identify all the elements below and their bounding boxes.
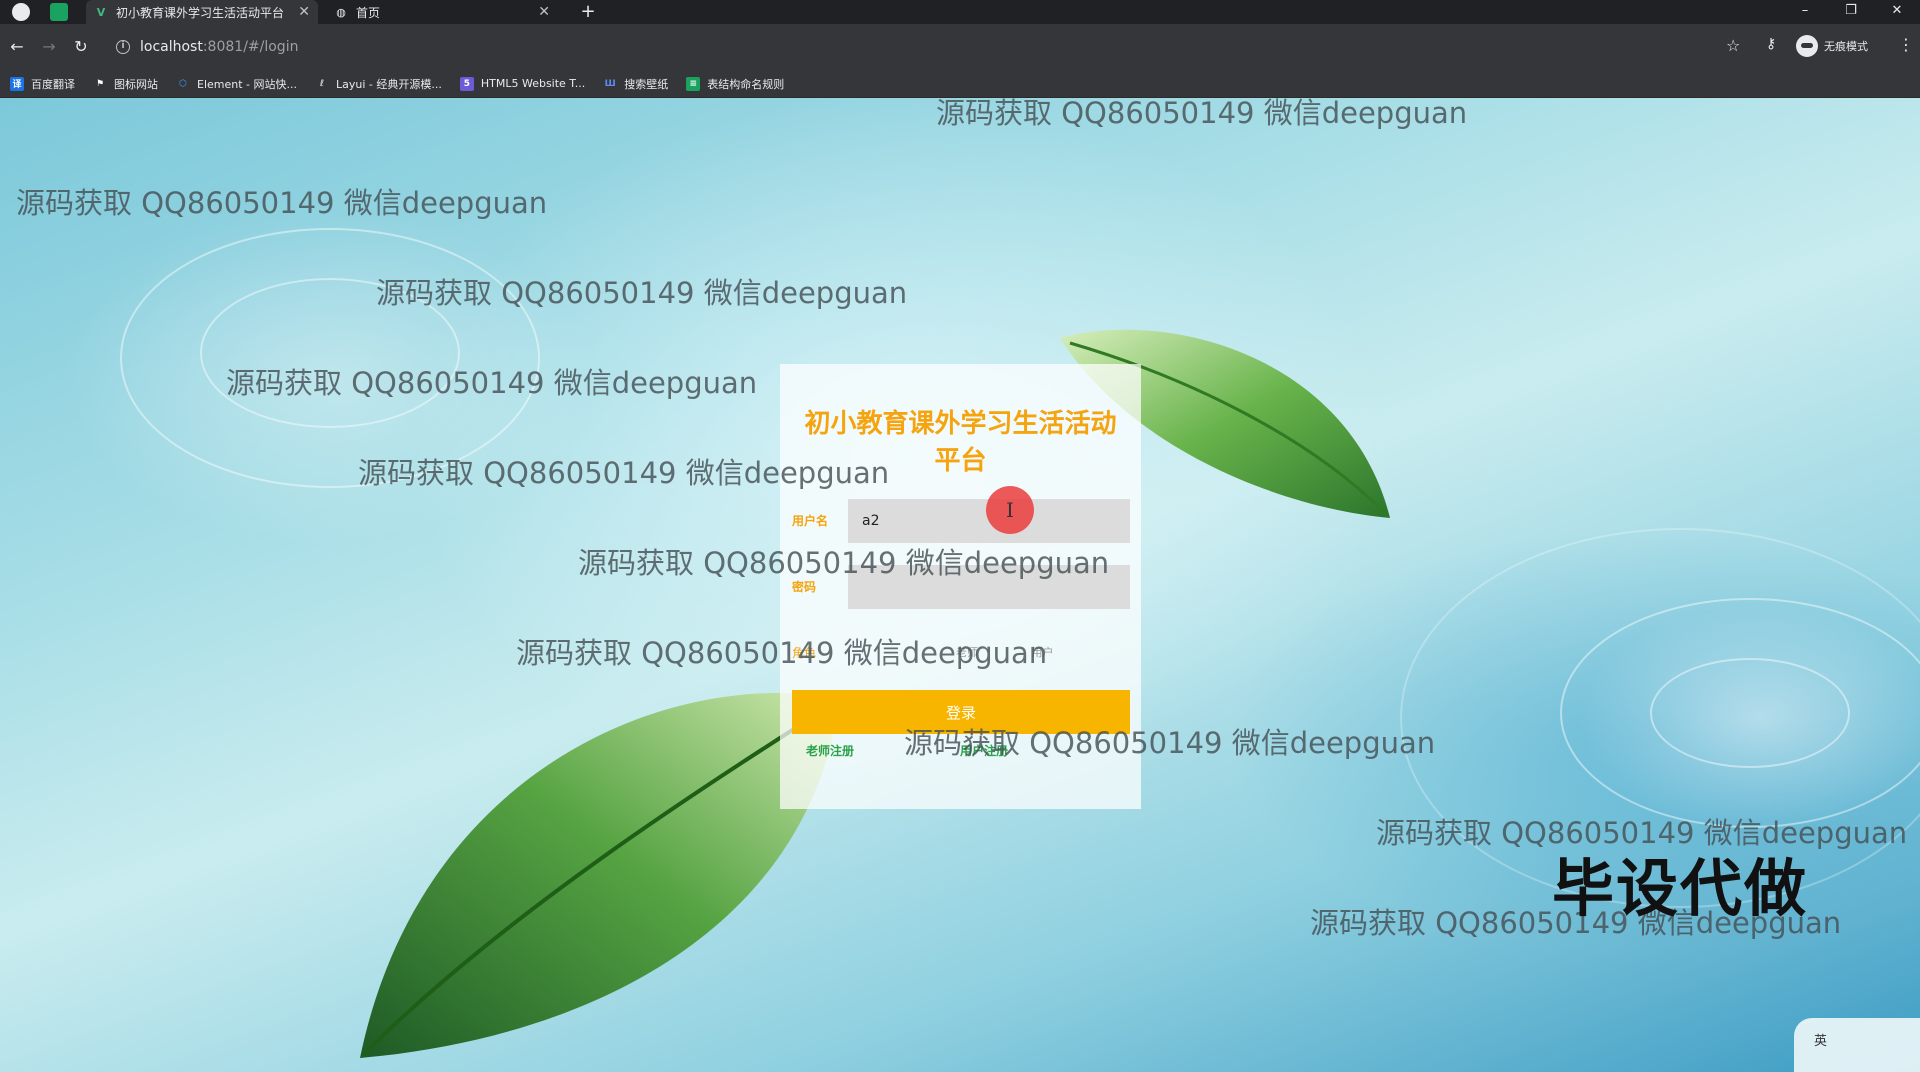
site-info-icon[interactable]: i bbox=[116, 40, 130, 54]
bookmark-item[interactable]: ℓ Layui - 经典开源模... bbox=[315, 76, 442, 92]
new-tab-button[interactable]: + bbox=[576, 0, 600, 24]
bookmark-label: 搜索壁纸 bbox=[624, 77, 669, 91]
wallpaper-icon: Ш bbox=[604, 78, 616, 89]
address-bar[interactable]: i localhost :8081/#/login bbox=[106, 32, 1766, 62]
profile-label: 无痕模式 bbox=[1824, 40, 1868, 53]
layui-icon: ℓ bbox=[319, 78, 325, 89]
close-window-icon[interactable]: ✕ bbox=[1874, 0, 1920, 24]
bookmark-label: 表结构命名规则 bbox=[707, 77, 785, 91]
doc-icon: ≡ bbox=[686, 76, 701, 91]
teacher-register-link[interactable]: 老师注册 bbox=[806, 742, 854, 759]
bookmarks-bar: 译百度翻译 ⚑ 图标网站 ⬡ Element - 网站快... ℓ Layui - 经… bbox=[0, 70, 1920, 98]
element-icon: ⬡ bbox=[179, 78, 187, 89]
flag-icon: ⚑ bbox=[95, 78, 105, 89]
reload-icon[interactable]: ↻ bbox=[70, 36, 92, 58]
forward-icon[interactable]: → bbox=[38, 36, 60, 58]
watermark-text: 源码获取 QQ86050149 微信deepguan bbox=[516, 636, 1048, 670]
close-tab-icon[interactable]: ✕ bbox=[538, 4, 550, 20]
bookmark-item[interactable]: ⬡ Element - 网站快... bbox=[176, 76, 297, 92]
close-tab-icon[interactable]: ✕ bbox=[298, 4, 310, 20]
back-icon[interactable]: ← bbox=[6, 36, 28, 58]
incognito-profile[interactable]: 无痕模式 bbox=[1796, 35, 1868, 57]
tab-search-icon[interactable] bbox=[50, 3, 68, 21]
bookmark-item[interactable]: 5 HTML5 Website T... bbox=[459, 76, 586, 91]
bookmark-label: HTML5 Website T... bbox=[480, 77, 586, 90]
watermark-text: 源码获取 QQ86050149 微信deepguan bbox=[904, 726, 1436, 760]
watermark-text: 源码获取 QQ86050149 微信deepguan bbox=[376, 276, 908, 310]
watermark-text: 源码获取 QQ86050149 微信deepguan bbox=[358, 456, 890, 490]
bookmark-item[interactable]: ≡ 表结构命名规则 bbox=[686, 76, 784, 92]
globe-favicon-icon: ◍ bbox=[336, 5, 346, 19]
bookmark-star-icon[interactable]: ☆ bbox=[1726, 36, 1740, 55]
minimize-icon[interactable]: – bbox=[1782, 0, 1828, 24]
html5-icon: 5 bbox=[459, 76, 474, 91]
window-controls: – ❐ ✕ bbox=[1782, 0, 1920, 24]
bookmark-item[interactable]: 译百度翻译 bbox=[10, 76, 75, 92]
username-label: 用户名 bbox=[792, 514, 829, 528]
tab-home[interactable]: ◍ 首页 ✕ bbox=[326, 0, 558, 24]
chrome-menu-icon[interactable] bbox=[12, 3, 30, 21]
bookmark-label: Layui - 经典开源模... bbox=[336, 77, 442, 91]
bookmark-label: 图标网站 bbox=[114, 77, 158, 91]
url-path: :8081/#/login bbox=[202, 39, 299, 55]
bookmark-label: 百度翻译 bbox=[31, 77, 75, 91]
password-key-icon[interactable]: ⚷ bbox=[1766, 36, 1776, 52]
ime-language-label: 英 bbox=[1814, 1034, 1828, 1049]
restore-icon[interactable]: ❐ bbox=[1828, 0, 1874, 24]
translate-icon: 译 bbox=[10, 76, 24, 91]
bookmark-label: Element - 网站快... bbox=[197, 77, 297, 91]
vue-favicon-icon: V bbox=[96, 5, 106, 19]
bookmark-item[interactable]: ⚑ 图标网站 bbox=[93, 76, 158, 92]
ime-indicator[interactable]: 英 bbox=[1794, 1018, 1920, 1072]
tab-strip: V 初小教育课外学习生活活动平台 ✕ ◍ 首页 ✕ + – ❐ ✕ bbox=[0, 0, 1920, 24]
tab-login[interactable]: V 初小教育课外学习生活活动平台 ✕ bbox=[86, 0, 318, 24]
watermark-text: 源码获取 QQ86050149 微信deepguan bbox=[226, 366, 758, 400]
url-host: localhost bbox=[140, 39, 203, 55]
tab-title: 初小教育课外学习生活活动平台 bbox=[116, 5, 285, 20]
watermark-text: 源码获取 QQ86050149 微信deepguan bbox=[16, 186, 548, 220]
kebab-menu-icon[interactable]: ⋮ bbox=[1898, 35, 1914, 54]
bookmark-item[interactable]: Ш 搜索壁纸 bbox=[603, 76, 669, 92]
overlay-caption: 毕设代做 bbox=[1552, 852, 1809, 925]
watermark-text: 源码获取 QQ86050149 微信deepguan bbox=[936, 98, 1468, 130]
text-cursor-icon: I bbox=[1006, 498, 1014, 522]
watermark-text: 源码获取 QQ86050149 微信deepguan bbox=[578, 546, 1110, 580]
incognito-icon bbox=[1796, 35, 1818, 57]
tab-title: 首页 bbox=[356, 5, 381, 20]
browser-toolbar: ← → ↻ i localhost :8081/#/login ☆ ⚷ 无痕模式… bbox=[0, 24, 1920, 70]
